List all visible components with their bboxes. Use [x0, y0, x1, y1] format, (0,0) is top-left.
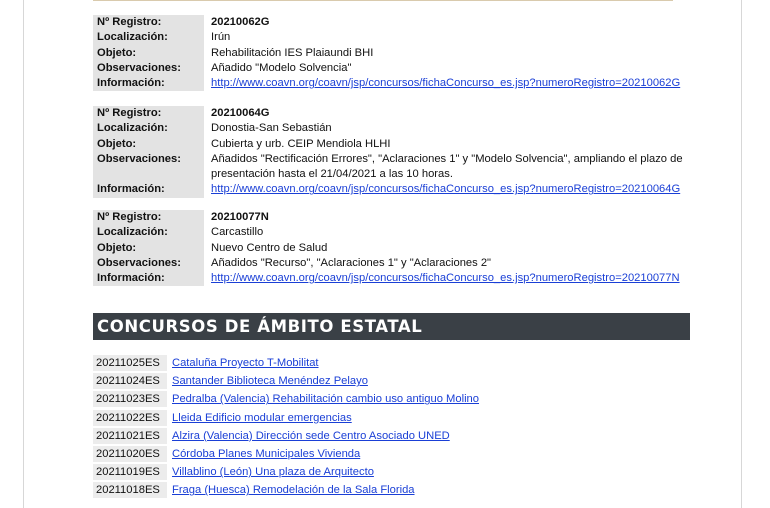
informacion-label: Información:	[93, 76, 204, 92]
informacion-label: Información:	[93, 271, 204, 287]
contest-link[interactable]: Santander Biblioteca Menéndez Pelayo	[167, 375, 368, 387]
contest-code: 20211018ES	[93, 482, 167, 499]
section-banner: CONCURSOS DE ÁMBITO ESTATAL	[93, 313, 690, 340]
objeto-label: Objeto:	[93, 136, 204, 152]
objeto-value: Nuevo Centro de Salud	[211, 241, 328, 254]
localizacion-label: Localización:	[93, 121, 204, 137]
observaciones-label: Observaciones:	[93, 255, 204, 272]
contest-link[interactable]: Pedralba (Valencia) Rehabilitación cambi…	[167, 393, 479, 405]
localizacion-value: Carcastillo	[211, 226, 264, 239]
objeto-value: Rehabilitación IES Plaiaundi BHI	[211, 46, 374, 59]
contest-entry: Nº Registro: 20210077N Localización: Carca…	[93, 210, 693, 287]
estatal-list: 20211025ES Cataluña Proyecto T-Mobilitat …	[93, 354, 693, 500]
observaciones-value: Añadidos "Rectificación Errores", "Aclar…	[211, 152, 683, 181]
list-item: 20211025ES Cataluña Proyecto T-Mobilitat	[93, 354, 693, 372]
contest-code: 20211020ES	[93, 446, 167, 463]
informacion-link[interactable]: http://www.coavn.org/coavn/jsp/concursos…	[211, 183, 680, 195]
localizacion-label: Localización:	[93, 225, 204, 241]
list-item: 20211022ES Lleida Edificio modular emerge…	[93, 409, 693, 427]
observaciones-label: Observaciones:	[93, 60, 204, 77]
contest-code: 20211022ES	[93, 409, 167, 426]
contest-code: 20211024ES	[93, 373, 167, 390]
objeto-label: Objeto:	[93, 45, 204, 61]
localizacion-value: Irún	[211, 31, 231, 44]
localizacion-value: Donostia-San Sebastián	[211, 122, 332, 135]
contest-entry: Nº Registro: 20210062G Localización: Irún …	[93, 15, 693, 92]
list-item: 20211024ES Santander Biblioteca Menéndez …	[93, 372, 693, 390]
contest-link[interactable]: Lleida Edificio modular emergencias	[167, 412, 352, 424]
registro-value: 20210077N	[211, 211, 269, 223]
informacion-link[interactable]: http://www.coavn.org/coavn/jsp/concursos…	[211, 77, 680, 89]
list-item: 20211019ES Villablino (León) Una plaza de…	[93, 463, 693, 481]
contest-code: 20211019ES	[93, 464, 167, 481]
informacion-link[interactable]: http://www.coavn.org/coavn/jsp/concursos…	[211, 272, 680, 284]
contest-link[interactable]: Córdoba Planes Municipales Vivienda	[167, 448, 360, 460]
list-item: 20211020ES Córdoba Planes Municipales Viv…	[93, 445, 693, 463]
contest-link[interactable]: Fraga (Huesca) Remodelación de la Sala F…	[167, 484, 415, 496]
contest-link[interactable]: Cataluña Proyecto T-Mobilitat	[167, 357, 319, 369]
registro-value: 20210062G	[211, 16, 270, 28]
contest-link[interactable]: Alzira (Valencia) Dirección sede Centro …	[167, 430, 450, 442]
contest-link[interactable]: Villablino (León) Una plaza de Arquitect…	[167, 466, 374, 478]
observaciones-label: Observaciones:	[93, 151, 204, 183]
observaciones-value: Añadidos "Recurso", "Aclaraciones 1" y "…	[211, 256, 492, 269]
list-item: 20211018ES Fraga (Huesca) Remodelación de…	[93, 481, 693, 499]
contest-entry: Nº Registro: 20210064G Localización: Donos…	[93, 106, 693, 198]
objeto-label: Objeto:	[93, 240, 204, 256]
registro-label: Nº Registro:	[93, 15, 204, 31]
objeto-value: Cubierta y urb. CEIP Mendiola HLHI	[211, 137, 391, 150]
registro-value: 20210064G	[211, 107, 270, 119]
contest-code: 20211025ES	[93, 355, 167, 372]
list-item: 20211021ES Alzira (Valencia) Dirección se…	[93, 427, 693, 445]
registro-label: Nº Registro:	[93, 106, 204, 122]
informacion-label: Información:	[93, 182, 204, 198]
contest-code: 20211023ES	[93, 391, 167, 408]
cut-off-line	[93, 0, 673, 4]
localizacion-label: Localización:	[93, 30, 204, 46]
list-item: 20211023ES Pedralba (Valencia) Rehabilita…	[93, 390, 693, 408]
registro-label: Nº Registro:	[93, 210, 204, 226]
contest-code: 20211021ES	[93, 427, 167, 444]
observaciones-value: Añadido "Modelo Solvencia"	[211, 61, 352, 74]
